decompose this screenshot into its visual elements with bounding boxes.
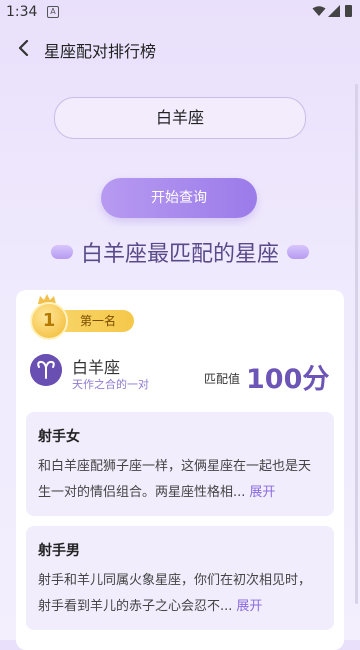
- start-query-button[interactable]: 开始查询: [101, 178, 257, 218]
- match-score: 100分: [246, 364, 330, 395]
- item-description: 和白羊座配狮子座一样，这俩星座在一起也是天生一对的情侣组合。两星座性格相... 展…: [38, 454, 322, 506]
- sign-subtitle: 天作之合的一对: [72, 378, 149, 391]
- list-item: 射手男 射手和羊儿同属火象星座，你们在初次相见时，射手看到羊儿的赤子之心会忍不.…: [26, 526, 334, 630]
- medal-icon: 1: [30, 302, 68, 340]
- list-item: 射手女 和白羊座配狮子座一样，这俩星座在一起也是天生一对的情侣组合。两星座性格相…: [26, 412, 334, 516]
- item-description: 射手和羊儿同属火象星座，你们在初次相见时，射手看到羊儿的赤子之心会忍不... 展开: [38, 568, 322, 620]
- top-bar: 星座配对排行榜: [0, 30, 360, 66]
- zodiac-select[interactable]: 白羊座: [54, 97, 306, 139]
- item-title: 射手男: [38, 543, 80, 559]
- chevron-left-icon[interactable]: [14, 38, 34, 58]
- rank-badge: 第一名 1: [20, 294, 136, 344]
- result-heading-text: 白羊座最匹配的星座: [80, 242, 279, 267]
- sign-name: 白羊座: [72, 358, 121, 377]
- cloud-icon: [50, 245, 73, 259]
- cloud-icon: [287, 245, 309, 259]
- page-title: 星座配对排行榜: [44, 42, 157, 61]
- result-card: 第一名 1 白羊座 天作之合的一对 匹配值 100分 射手女 和白羊座配狮子座一…: [16, 290, 344, 650]
- aries-icon: [30, 354, 62, 386]
- wifi-icon: [312, 6, 326, 16]
- result-heading: 白羊座最匹配的星座: [0, 236, 360, 268]
- status-bar: 1:34 A: [0, 0, 360, 24]
- item-title: 射手女: [38, 429, 80, 445]
- expand-link[interactable]: 展开: [249, 485, 275, 500]
- scrollbar[interactable]: [355, 84, 358, 604]
- match-label: 匹配值: [204, 372, 241, 386]
- status-time: 1:34: [6, 4, 38, 20]
- notification-icon: A: [47, 6, 59, 18]
- battery-icon: [345, 5, 352, 17]
- expand-link[interactable]: 展开: [236, 599, 262, 614]
- signal-icon: [328, 5, 340, 17]
- item-description-text: 射手和羊儿同属火象星座，你们在初次相见时，射手看到羊儿的赤子之心会忍不...: [38, 573, 312, 614]
